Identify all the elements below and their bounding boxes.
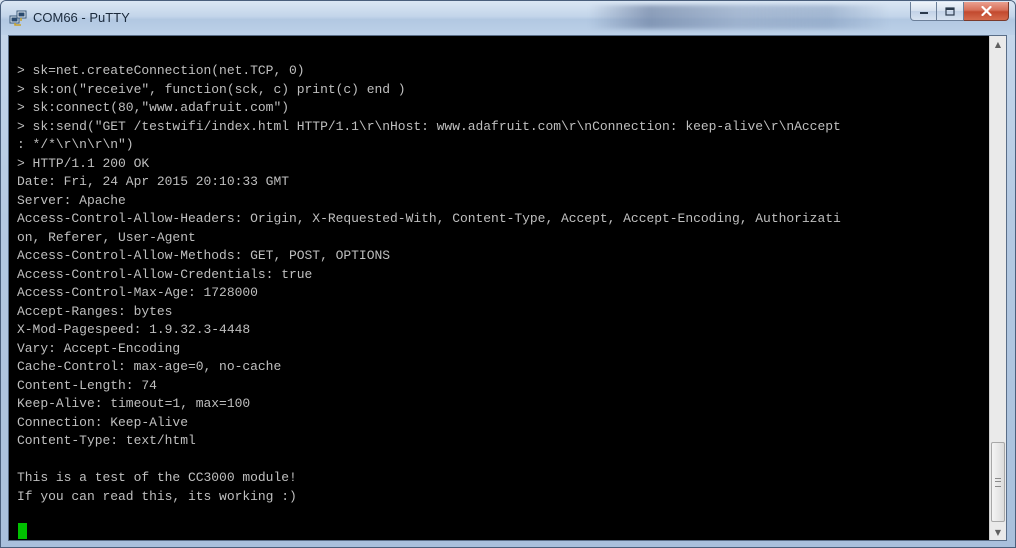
- terminal-line: Accept-Ranges: bytes: [17, 303, 173, 319]
- terminal-line: Content-Type: text/html: [17, 433, 196, 448]
- close-button[interactable]: [964, 2, 1009, 21]
- terminal-line: Access-Control-Allow-Headers: Origin, X-…: [17, 211, 841, 226]
- text-cursor: [18, 523, 27, 539]
- terminal-line: Server: Apache: [17, 192, 126, 208]
- title-bar[interactable]: COM66 - PuTTY: [1, 1, 1015, 35]
- terminal-area[interactable]: > sk=net.createConnection(net.TCP, 0) > s…: [8, 35, 1007, 541]
- terminal-line: Cache-Control: max-age=0, no-cache: [17, 359, 282, 374]
- maximize-button[interactable]: [937, 2, 964, 21]
- terminal-line: This is a test of the CC3000 module!: [17, 470, 297, 485]
- window-title: COM66 - PuTTY: [33, 10, 130, 25]
- vertical-scrollbar[interactable]: ▲ ▼: [989, 36, 1006, 540]
- terminal-line: > sk:connect(80,"www.adafruit.com"): [17, 100, 289, 115]
- terminal-line: Vary: Accept-Encoding: [17, 340, 181, 356]
- close-icon: [980, 6, 992, 16]
- terminal-line: Keep-Alive: timeout=1, max=100: [17, 396, 251, 411]
- terminal-line: If you can read this, its working :): [17, 488, 297, 504]
- caption-buttons: [910, 2, 1009, 22]
- terminal-line: > sk:on("receive", function(sck, c) prin…: [17, 81, 406, 97]
- scroll-down-arrow-icon[interactable]: ▼: [990, 524, 1006, 540]
- minimize-button[interactable]: [910, 2, 937, 21]
- terminal-line: Connection: Keep-Alive: [17, 414, 188, 430]
- terminal-line: > sk:send("GET /testwifi/index.html HTTP…: [17, 118, 841, 134]
- terminal-line: on, Referer, User-Agent: [17, 229, 196, 245]
- terminal-output: > sk=net.createConnection(net.TCP, 0) > s…: [17, 62, 999, 506]
- terminal-line: > HTTP/1.1 200 OK: [17, 155, 150, 171]
- grip-icon: [995, 478, 1001, 487]
- blurred-background-region: [589, 5, 889, 29]
- terminal-line: Access-Control-Allow-Credentials: true: [17, 266, 313, 282]
- scroll-thumb[interactable]: [991, 442, 1005, 522]
- terminal-line: Access-Control-Allow-Methods: GET, POST,…: [17, 248, 391, 263]
- terminal-line: > sk=net.createConnection(net.TCP, 0): [17, 63, 305, 78]
- terminal-line: Date: Fri, 24 Apr 2015 20:10:33 GMT: [17, 174, 289, 189]
- putty-window: COM66 - PuTTY > sk=net.createConnection(…: [0, 0, 1016, 548]
- maximize-icon: [945, 6, 955, 16]
- scroll-up-arrow-icon[interactable]: ▲: [990, 36, 1006, 52]
- minimize-icon: [919, 12, 928, 14]
- putty-icon[interactable]: [9, 9, 27, 27]
- terminal-line: X-Mod-Pagespeed: 1.9.32.3-4448: [17, 322, 251, 337]
- terminal-line: : */*\r\n\r\n"): [17, 137, 134, 152]
- terminal-line: Content-Length: 74: [17, 377, 157, 393]
- terminal-line: Access-Control-Max-Age: 1728000: [17, 285, 258, 300]
